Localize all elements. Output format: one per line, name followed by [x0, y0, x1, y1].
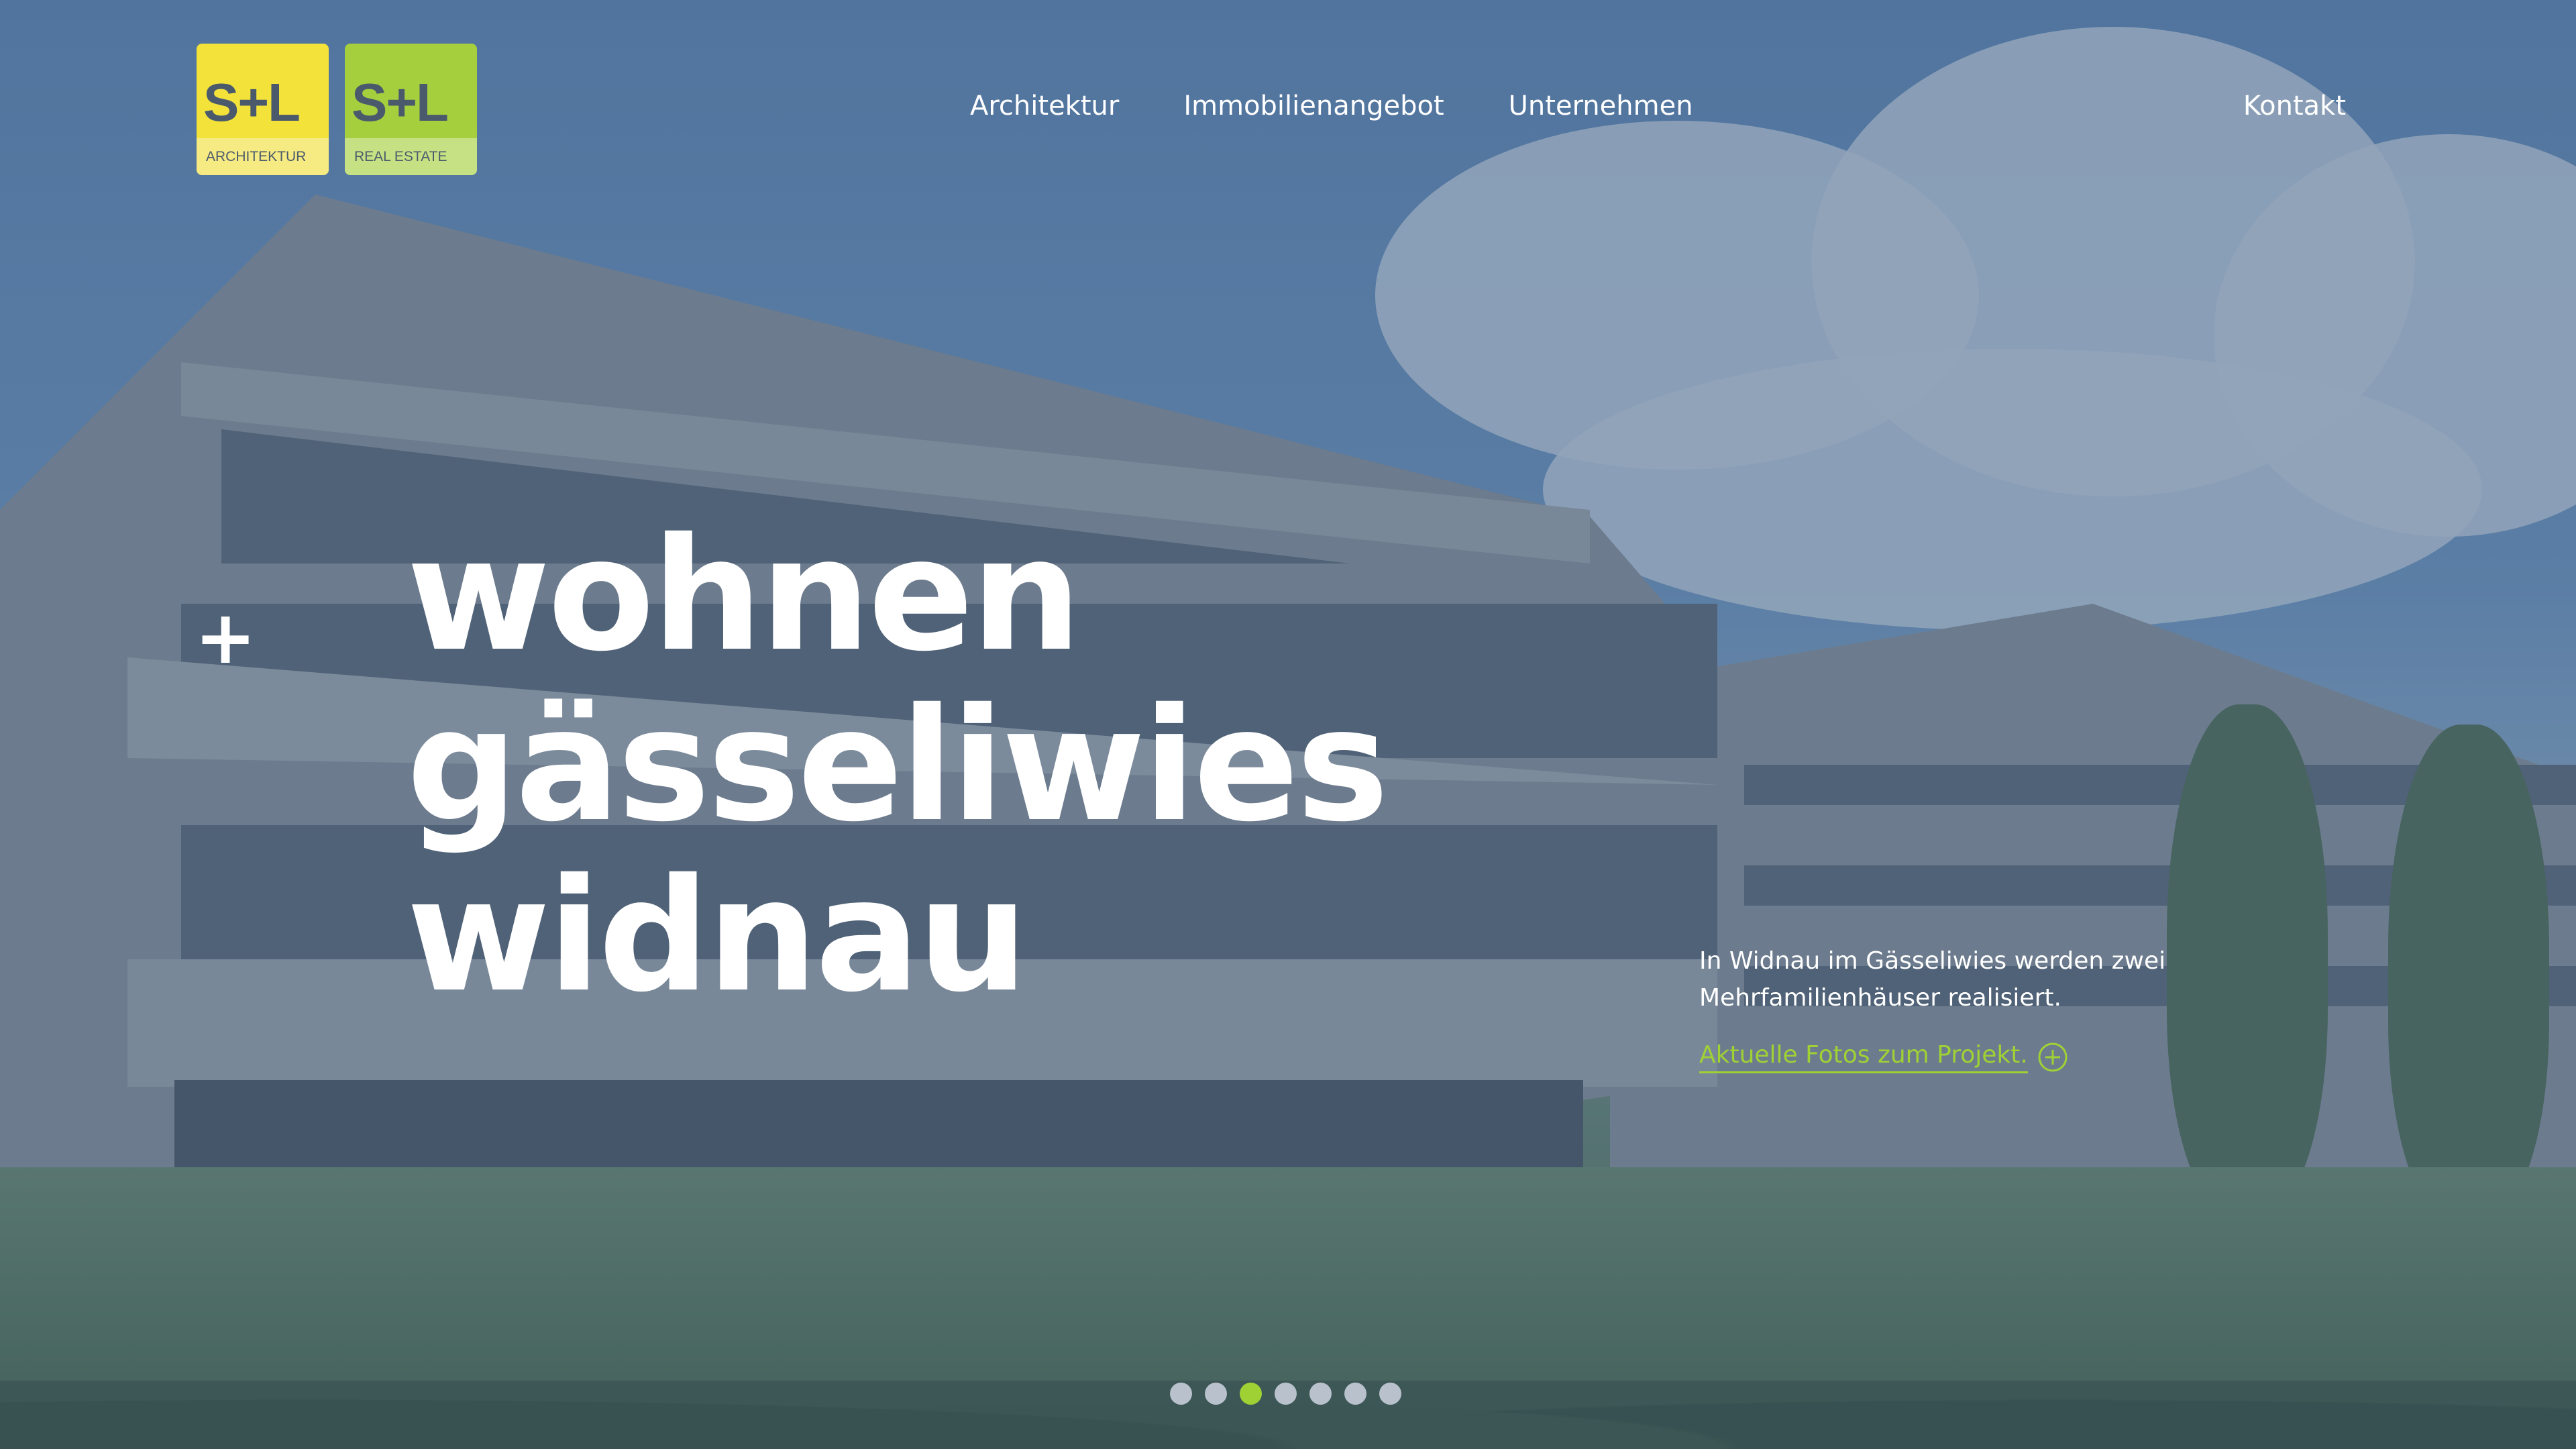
- logo-subtitle: ARCHITEKTUR: [197, 138, 329, 175]
- hero-headline: wohnen gässeliwies widnau: [407, 504, 1389, 1026]
- slider-dot[interactable]: [1275, 1383, 1297, 1405]
- nav-item-architektur[interactable]: Architektur: [970, 91, 1119, 121]
- logo-group[interactable]: S+L ARCHITEKTUR S+L REAL ESTATE: [197, 44, 477, 175]
- page: S+L ARCHITEKTUR S+L REAL ESTATE Architek…: [0, 0, 2576, 1449]
- slider-dot[interactable]: [1205, 1383, 1227, 1405]
- logo-real-estate[interactable]: S+L REAL ESTATE: [345, 44, 477, 175]
- logo-subtitle: REAL ESTATE: [345, 138, 477, 175]
- logo-mark: S+L: [352, 72, 449, 132]
- slider-dot[interactable]: [1170, 1383, 1192, 1405]
- hero-intro-text: In Widnau im Gässeliwies werden zwei Meh…: [1699, 947, 2166, 1012]
- nav-item-immobilienangebot[interactable]: Immobilienangebot: [1183, 91, 1444, 121]
- logo-architektur[interactable]: S+L ARCHITEKTUR: [197, 44, 329, 175]
- slider-dot[interactable]: [1309, 1383, 1332, 1405]
- logo-mark: S+L: [203, 72, 301, 132]
- headline-line: gässeliwies: [407, 675, 1389, 856]
- nav-item-kontakt[interactable]: Kontakt: [2243, 91, 2346, 121]
- plus-mark: +: [195, 594, 257, 680]
- plus-circle-icon: [2038, 1042, 2068, 1072]
- main-nav: Architektur Immobilienangebot Unternehme…: [970, 91, 1693, 121]
- project-photos-link[interactable]: Aktuelle Fotos zum Projekt.: [1699, 1041, 2068, 1073]
- project-photos-link-label: Aktuelle Fotos zum Projekt.: [1699, 1041, 2028, 1073]
- headline-line: wohnen: [407, 504, 1082, 686]
- slider-dot[interactable]: [1379, 1383, 1401, 1405]
- slider-dot-active[interactable]: [1240, 1383, 1262, 1405]
- headline-line: widnau: [407, 845, 1028, 1026]
- slider-pagination: [1170, 1383, 1401, 1405]
- slider-dot[interactable]: [1344, 1383, 1366, 1405]
- nav-item-unternehmen[interactable]: Unternehmen: [1509, 91, 1693, 121]
